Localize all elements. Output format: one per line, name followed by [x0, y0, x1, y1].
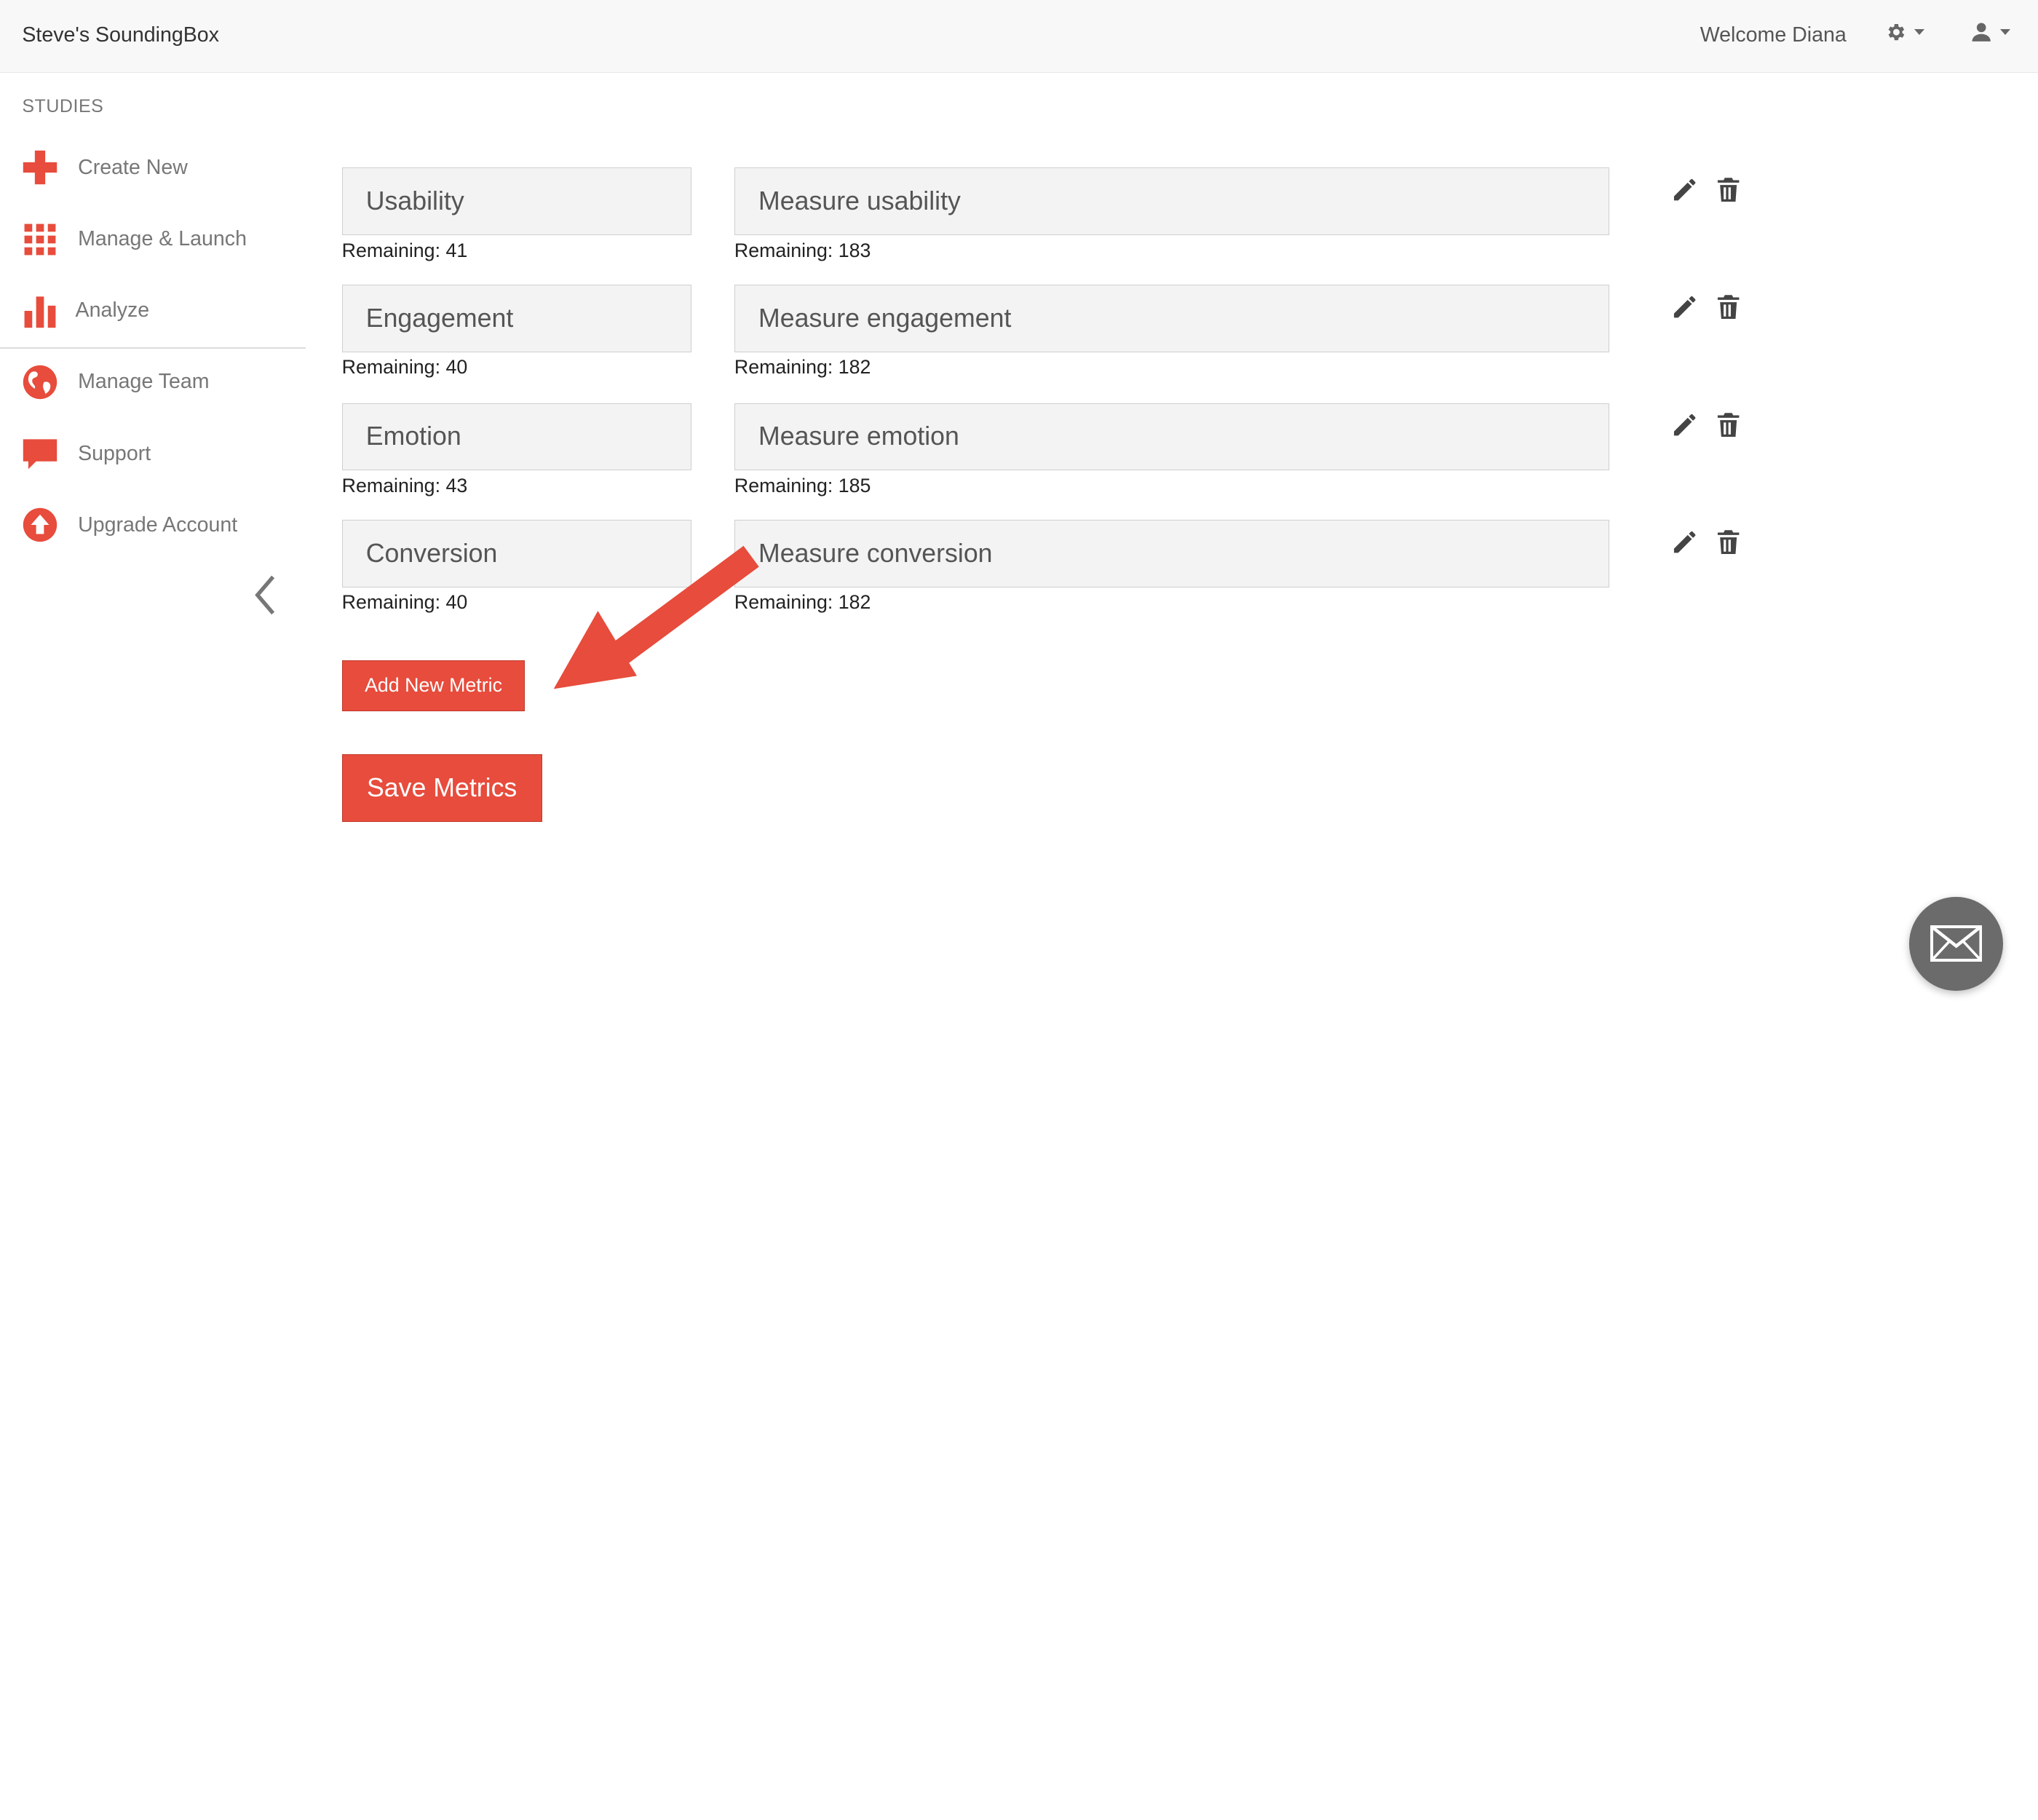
trash-icon[interactable]	[1714, 175, 1742, 204]
welcome-text: Welcome Diana	[1700, 23, 1847, 47]
sidebar-item-analyze[interactable]: Analyze	[21, 288, 150, 334]
sidebar-section-title: STUDIES	[22, 96, 104, 117]
description-remaining-count: Remaining: 183	[734, 239, 871, 261]
sidebar-item-label: Analyze	[75, 298, 150, 323]
name-remaining-count: Remaining: 43	[341, 474, 468, 496]
sidebar-item-label: Manage & Launch	[78, 227, 247, 251]
pencil-icon[interactable]	[1670, 528, 1699, 556]
grid-icon	[21, 220, 60, 259]
envelope-icon	[1930, 925, 1983, 962]
metric-name-input[interactable]	[341, 285, 691, 352]
chevron-down-icon	[1914, 28, 1925, 36]
globe-icon	[21, 363, 60, 402]
metric-description-input[interactable]	[734, 167, 1609, 236]
sidebar-item-manage-team[interactable]: Manage Team	[21, 359, 210, 405]
user-dropdown[interactable]	[1970, 21, 2011, 43]
metric-description-input[interactable]	[734, 285, 1609, 352]
metric-name-input[interactable]	[341, 167, 691, 236]
sidebar-item-label: Manage Team	[78, 370, 210, 394]
chevron-down-icon	[2000, 28, 2011, 36]
sidebar-divider	[0, 347, 306, 349]
description-remaining-count: Remaining: 182	[734, 356, 871, 379]
message-button[interactable]	[1909, 897, 2003, 991]
name-remaining-count: Remaining: 40	[341, 356, 468, 379]
trash-icon[interactable]	[1714, 293, 1742, 321]
trash-icon[interactable]	[1714, 528, 1742, 556]
save-metrics-button[interactable]: Save Metrics	[341, 753, 542, 822]
pencil-icon[interactable]	[1670, 293, 1699, 321]
annotation-arrow	[553, 545, 759, 689]
metric-description-input[interactable]	[734, 520, 1609, 588]
name-remaining-count: Remaining: 41	[341, 239, 468, 261]
metric-name-input[interactable]	[341, 403, 691, 471]
add-new-metric-button[interactable]: Add New Metric	[341, 660, 526, 711]
metric-row: Remaining: 41 Remaining: 183	[341, 167, 1772, 274]
gear-icon	[1888, 23, 1905, 40]
plus-icon	[21, 149, 60, 188]
brand-link[interactable]: Steve's SoundingBox	[22, 23, 219, 47]
chevron-left-icon[interactable]	[250, 573, 281, 617]
sidebar-item-upgrade-account[interactable]: Upgrade Account	[21, 502, 238, 548]
speech-bubble-icon	[21, 434, 60, 473]
pencil-icon[interactable]	[1670, 175, 1699, 204]
metric-description-input[interactable]	[734, 403, 1609, 471]
metric-row: Remaining: 43 Remaining: 185	[341, 403, 1772, 510]
sidebar-item-manage-launch[interactable]: Manage & Launch	[21, 215, 247, 262]
settings-dropdown[interactable]	[1884, 21, 1925, 43]
sidebar-item-create-new[interactable]: Create New	[21, 144, 188, 191]
sidebar-item-label: Upgrade Account	[78, 513, 238, 537]
upload-circle-icon	[21, 506, 60, 545]
sidebar-item-label: Support	[78, 441, 151, 465]
metric-row: Remaining: 40 Remaining: 182	[341, 285, 1772, 391]
page: Steve's SoundingBox Welcome Diana STUDIE…	[0, 0, 2038, 1820]
sidebar-item-label: Create New	[78, 155, 188, 179]
sidebar: STUDIES Create New Manage & Launch Analy…	[0, 73, 306, 1019]
bar-chart-icon	[21, 291, 60, 331]
pencil-icon[interactable]	[1670, 411, 1699, 439]
description-remaining-count: Remaining: 185	[734, 474, 871, 496]
trash-icon[interactable]	[1714, 411, 1742, 439]
user-icon	[1972, 23, 1991, 41]
sidebar-item-support[interactable]: Support	[21, 430, 151, 477]
name-remaining-count: Remaining: 40	[341, 591, 468, 614]
top-navbar: Steve's SoundingBox Welcome Diana	[0, 0, 2038, 73]
